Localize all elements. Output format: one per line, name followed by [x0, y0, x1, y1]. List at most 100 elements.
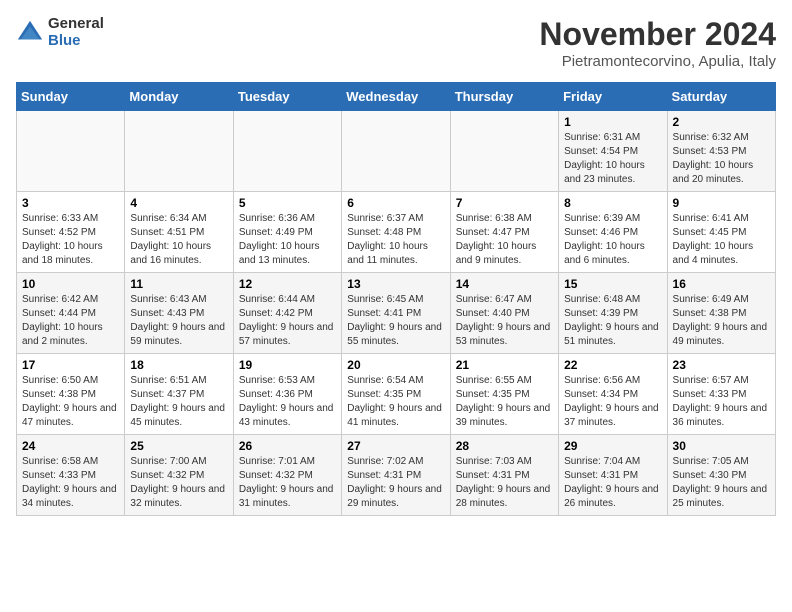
day-number: 30 [673, 439, 770, 453]
day-number: 5 [239, 196, 336, 210]
day-number: 29 [564, 439, 661, 453]
calendar-cell: 1 Sunrise: 6:31 AM Sunset: 4:54 PM Daylig… [559, 111, 667, 192]
day-number: 3 [22, 196, 119, 210]
header-cell-thursday: Thursday [450, 83, 558, 111]
header-cell-wednesday: Wednesday [342, 83, 450, 111]
calendar-body: 1 Sunrise: 6:31 AM Sunset: 4:54 PM Daylig… [17, 111, 776, 516]
calendar-header: SundayMondayTuesdayWednesdayThursdayFrid… [17, 83, 776, 111]
title-block: November 2024 Pietramontecorvino, Apulia… [539, 16, 776, 70]
day-number: 18 [130, 358, 227, 372]
day-info: Sunrise: 6:54 AM Sunset: 4:35 PM Dayligh… [347, 374, 444, 430]
day-info: Sunrise: 6:37 AM Sunset: 4:48 PM Dayligh… [347, 212, 444, 268]
day-number: 1 [564, 115, 661, 129]
day-info: Sunrise: 6:58 AM Sunset: 4:33 PM Dayligh… [22, 455, 119, 511]
day-number: 28 [456, 439, 553, 453]
day-info: Sunrise: 7:03 AM Sunset: 4:31 PM Dayligh… [456, 455, 553, 511]
day-info: Sunrise: 6:34 AM Sunset: 4:51 PM Dayligh… [130, 212, 227, 268]
day-number: 9 [673, 196, 770, 210]
calendar-cell [125, 111, 233, 192]
calendar-cell [450, 111, 558, 192]
calendar-cell: 28 Sunrise: 7:03 AM Sunset: 4:31 PM Dayli… [450, 435, 558, 516]
calendar-cell [342, 111, 450, 192]
calendar-cell: 14Sunrise: 6:47 AM Sunset: 4:40 PM Dayli… [450, 273, 558, 354]
calendar-week-5: 24 Sunrise: 6:58 AM Sunset: 4:33 PM Dayli… [17, 435, 776, 516]
day-number: 11 [130, 277, 227, 291]
calendar-cell: 23 Sunrise: 6:57 AM Sunset: 4:33 PM Dayli… [667, 354, 775, 435]
calendar-cell: 10 Sunrise: 6:42 AM Sunset: 4:44 PM Dayli… [17, 273, 125, 354]
header-cell-sunday: Sunday [17, 83, 125, 111]
calendar-cell: 20Sunrise: 6:54 AM Sunset: 4:35 PM Dayli… [342, 354, 450, 435]
day-info: Sunrise: 6:48 AM Sunset: 4:39 PM Dayligh… [564, 293, 661, 349]
day-number: 10 [22, 277, 119, 291]
calendar-cell: 18 Sunrise: 6:51 AM Sunset: 4:37 PM Dayli… [125, 354, 233, 435]
logo-general-text: General [48, 16, 104, 33]
day-number: 27 [347, 439, 444, 453]
calendar-cell: 22Sunrise: 6:56 AM Sunset: 4:34 PM Dayli… [559, 354, 667, 435]
calendar-cell: 12 Sunrise: 6:44 AM Sunset: 4:42 PM Dayli… [233, 273, 341, 354]
day-info: Sunrise: 6:41 AM Sunset: 4:45 PM Dayligh… [673, 212, 770, 268]
calendar-cell: 4 Sunrise: 6:34 AM Sunset: 4:51 PM Daylig… [125, 192, 233, 273]
calendar-cell: 27 Sunrise: 7:02 AM Sunset: 4:31 PM Dayli… [342, 435, 450, 516]
day-number: 24 [22, 439, 119, 453]
calendar-cell: 7 Sunrise: 6:38 AM Sunset: 4:47 PM Daylig… [450, 192, 558, 273]
day-info: Sunrise: 6:32 AM Sunset: 4:53 PM Dayligh… [673, 131, 770, 187]
day-info: Sunrise: 6:33 AM Sunset: 4:52 PM Dayligh… [22, 212, 119, 268]
calendar-cell: 15 Sunrise: 6:48 AM Sunset: 4:39 PM Dayli… [559, 273, 667, 354]
calendar-cell: 8Sunrise: 6:39 AM Sunset: 4:46 PM Daylig… [559, 192, 667, 273]
day-info: Sunrise: 6:56 AM Sunset: 4:34 PM Dayligh… [564, 374, 661, 430]
calendar-cell: 3 Sunrise: 6:33 AM Sunset: 4:52 PM Daylig… [17, 192, 125, 273]
calendar-cell: 25 Sunrise: 7:00 AM Sunset: 4:32 PM Dayli… [125, 435, 233, 516]
day-info: Sunrise: 6:55 AM Sunset: 4:35 PM Dayligh… [456, 374, 553, 430]
day-info: Sunrise: 6:31 AM Sunset: 4:54 PM Dayligh… [564, 131, 661, 187]
day-info: Sunrise: 6:36 AM Sunset: 4:49 PM Dayligh… [239, 212, 336, 268]
day-number: 15 [564, 277, 661, 291]
day-info: Sunrise: 6:51 AM Sunset: 4:37 PM Dayligh… [130, 374, 227, 430]
calendar-cell: 21 Sunrise: 6:55 AM Sunset: 4:35 PM Dayli… [450, 354, 558, 435]
day-info: Sunrise: 7:00 AM Sunset: 4:32 PM Dayligh… [130, 455, 227, 511]
day-info: Sunrise: 6:49 AM Sunset: 4:38 PM Dayligh… [673, 293, 770, 349]
day-number: 25 [130, 439, 227, 453]
calendar-cell: 13Sunrise: 6:45 AM Sunset: 4:41 PM Dayli… [342, 273, 450, 354]
calendar-cell: 24 Sunrise: 6:58 AM Sunset: 4:33 PM Dayli… [17, 435, 125, 516]
day-number: 23 [673, 358, 770, 372]
day-number: 19 [239, 358, 336, 372]
day-info: Sunrise: 6:38 AM Sunset: 4:47 PM Dayligh… [456, 212, 553, 268]
calendar-subtitle: Pietramontecorvino, Apulia, Italy [539, 53, 776, 70]
day-number: 7 [456, 196, 553, 210]
logo-blue-text: Blue [48, 33, 104, 50]
calendar-cell: 5 Sunrise: 6:36 AM Sunset: 4:49 PM Daylig… [233, 192, 341, 273]
day-info: Sunrise: 6:39 AM Sunset: 4:46 PM Dayligh… [564, 212, 661, 268]
day-info: Sunrise: 6:44 AM Sunset: 4:42 PM Dayligh… [239, 293, 336, 349]
day-info: Sunrise: 7:02 AM Sunset: 4:31 PM Dayligh… [347, 455, 444, 511]
calendar-cell: 17Sunrise: 6:50 AM Sunset: 4:38 PM Dayli… [17, 354, 125, 435]
logo-icon [16, 19, 44, 47]
day-number: 12 [239, 277, 336, 291]
logo: General Blue [16, 16, 104, 49]
calendar-cell: 11 Sunrise: 6:43 AM Sunset: 4:43 PM Dayli… [125, 273, 233, 354]
day-number: 4 [130, 196, 227, 210]
day-info: Sunrise: 6:43 AM Sunset: 4:43 PM Dayligh… [130, 293, 227, 349]
calendar-week-1: 1 Sunrise: 6:31 AM Sunset: 4:54 PM Daylig… [17, 111, 776, 192]
day-info: Sunrise: 6:50 AM Sunset: 4:38 PM Dayligh… [22, 374, 119, 430]
header-cell-saturday: Saturday [667, 83, 775, 111]
day-number: 2 [673, 115, 770, 129]
calendar-table: SundayMondayTuesdayWednesdayThursdayFrid… [16, 82, 776, 516]
calendar-cell: 9 Sunrise: 6:41 AM Sunset: 4:45 PM Daylig… [667, 192, 775, 273]
calendar-cell: 16 Sunrise: 6:49 AM Sunset: 4:38 PM Dayli… [667, 273, 775, 354]
calendar-cell: 2 Sunrise: 6:32 AM Sunset: 4:53 PM Daylig… [667, 111, 775, 192]
day-number: 13 [347, 277, 444, 291]
header-row: SundayMondayTuesdayWednesdayThursdayFrid… [17, 83, 776, 111]
day-number: 14 [456, 277, 553, 291]
header-cell-tuesday: Tuesday [233, 83, 341, 111]
day-number: 16 [673, 277, 770, 291]
day-info: Sunrise: 6:57 AM Sunset: 4:33 PM Dayligh… [673, 374, 770, 430]
calendar-week-4: 17Sunrise: 6:50 AM Sunset: 4:38 PM Dayli… [17, 354, 776, 435]
day-number: 21 [456, 358, 553, 372]
day-info: Sunrise: 6:42 AM Sunset: 4:44 PM Dayligh… [22, 293, 119, 349]
day-info: Sunrise: 6:53 AM Sunset: 4:36 PM Dayligh… [239, 374, 336, 430]
calendar-cell [233, 111, 341, 192]
calendar-cell: 6 Sunrise: 6:37 AM Sunset: 4:48 PM Daylig… [342, 192, 450, 273]
page-header: General Blue November 2024 Pietramonteco… [16, 16, 776, 70]
day-number: 6 [347, 196, 444, 210]
day-info: Sunrise: 7:04 AM Sunset: 4:31 PM Dayligh… [564, 455, 661, 511]
